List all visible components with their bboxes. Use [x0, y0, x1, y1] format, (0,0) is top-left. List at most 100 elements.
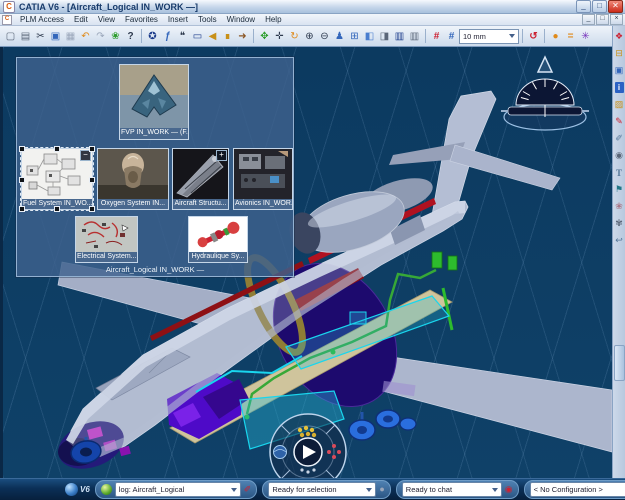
- robot-compass[interactable]: [501, 57, 589, 130]
- edit-mode-icon[interactable]: ✐: [244, 484, 252, 495]
- session-group: log: Aircraft_Logical ✐: [95, 480, 258, 499]
- catalog-icon[interactable]: ⊟: [613, 45, 625, 62]
- catia-window: C CATIA V6 - [Aircraft_Logical IN_WORK —…: [0, 0, 625, 500]
- thumbnail-fvp[interactable]: FVP IN_WORK — (F...: [119, 64, 189, 140]
- toolbar-separator: [425, 29, 426, 43]
- print-icon[interactable]: ▤: [18, 28, 33, 44]
- iso-view-icon[interactable]: ◧: [362, 28, 377, 44]
- cut-icon[interactable]: ✂: [33, 28, 48, 44]
- settings-icon[interactable]: ✾: [613, 215, 625, 232]
- systems-panel: FVP IN_WORK — (F... − Fuel System IN_WO.…: [16, 57, 294, 277]
- chevron-down-icon: [366, 488, 372, 495]
- configuration-value: < No Configuration >: [534, 485, 603, 494]
- sketch-icon[interactable]: ✎: [613, 113, 625, 130]
- zoom-in-icon[interactable]: ⊕: [302, 28, 317, 44]
- redo-icon[interactable]: ↷: [93, 28, 108, 44]
- side-toolbar-drag-handle[interactable]: [614, 345, 625, 381]
- minimize-button[interactable]: _: [576, 0, 591, 13]
- pan-icon[interactable]: ✛: [272, 28, 287, 44]
- thumbnail-electrical-system[interactable]: Electrical System...: [75, 216, 138, 263]
- app-icon: C: [3, 1, 15, 13]
- render-style-icon[interactable]: ▥: [407, 28, 422, 44]
- configuration-group: < No Configuration > ♟: [524, 480, 625, 499]
- links-icon[interactable]: =: [563, 28, 578, 44]
- undo-icon[interactable]: ↶: [78, 28, 93, 44]
- grid-icon[interactable]: #: [429, 28, 444, 44]
- zoom-out-icon[interactable]: ⊖: [317, 28, 332, 44]
- side-toolbar: ❖ ⊟ ▣ i ▨ ✎ ✐ ◉ T ⚑ ❀ ✾ ↩: [612, 26, 625, 478]
- thumbnail-hydraulic-system[interactable]: Hydraulique Sy...: [188, 216, 248, 263]
- local-update-icon[interactable]: ❀: [108, 28, 123, 44]
- thumbnail-fuel-system[interactable]: − Fuel System IN_WO...: [21, 148, 93, 210]
- configuration-dropdown[interactable]: < No Configuration >: [530, 482, 625, 497]
- flower-icon[interactable]: ❀: [613, 198, 625, 215]
- fly-mode-icon[interactable]: ♟: [332, 28, 347, 44]
- menu-help[interactable]: Help: [260, 15, 286, 24]
- 3d-viewport[interactable]: FVP IN_WORK — (F... − Fuel System IN_WO.…: [3, 47, 612, 478]
- propagate-update-icon[interactable]: ↺: [526, 28, 541, 44]
- copy-icon[interactable]: ▣: [48, 28, 63, 44]
- close-button[interactable]: ✕: [608, 0, 623, 13]
- window-icon[interactable]: ▣: [613, 62, 625, 79]
- learning-icon[interactable]: ✪: [145, 28, 160, 44]
- exit-icon[interactable]: ➜: [235, 28, 250, 44]
- connection-icon[interactable]: ◉: [505, 484, 513, 495]
- screen-icon[interactable]: ▭: [190, 28, 205, 44]
- child-restore-button[interactable]: □: [596, 14, 609, 25]
- formula-icon[interactable]: ƒ: [160, 28, 175, 44]
- sound-icon[interactable]: ◀: [205, 28, 220, 44]
- robot-compass-icon[interactable]: ❖: [613, 28, 625, 45]
- session-dropdown[interactable]: log: Aircraft_Logical: [115, 482, 241, 497]
- window-title: CATIA V6 - [Aircraft_Logical IN_WORK —]: [19, 2, 198, 12]
- effects-icon[interactable]: ✳: [578, 28, 593, 44]
- restore-button[interactable]: □: [592, 0, 607, 13]
- whats-this-icon[interactable]: ?: [123, 28, 138, 44]
- expand-badge[interactable]: +: [216, 150, 227, 161]
- selection-dropdown[interactable]: Ready for selection: [268, 482, 376, 497]
- menu-window[interactable]: Window: [222, 15, 260, 24]
- info-icon[interactable]: i: [613, 79, 625, 96]
- view-mode-icon[interactable]: ▥: [392, 28, 407, 44]
- child-window-icon[interactable]: C: [2, 15, 12, 25]
- named-views-icon[interactable]: ◨: [377, 28, 392, 44]
- selection-value: Ready for selection: [272, 485, 336, 494]
- paste-icon[interactable]: ▦: [63, 28, 78, 44]
- user-icon[interactable]: ●: [379, 484, 384, 495]
- thumbnail-oxygen-system[interactable]: Oxygen System IN...: [97, 148, 169, 210]
- lock-icon[interactable]: ∎: [220, 28, 235, 44]
- thumbnail-aircraft-structure[interactable]: + Aircraft Structu...: [172, 148, 229, 210]
- grid-size-dropdown[interactable]: 10 mm: [459, 29, 519, 44]
- world-orb-icon[interactable]: [101, 484, 112, 495]
- highlight-icon[interactable]: ●: [548, 28, 563, 44]
- child-close-button[interactable]: ×: [610, 14, 623, 25]
- hydraulic-thumbnail-image: [189, 217, 247, 252]
- measure-icon[interactable]: ✐: [613, 130, 625, 147]
- menu-edit[interactable]: Edit: [69, 15, 93, 24]
- flag-icon[interactable]: ⚑: [613, 181, 625, 198]
- menu-bar: C PLM Access Edit View Favorites Insert …: [0, 14, 625, 26]
- chat-dropdown[interactable]: Ready to chat: [402, 482, 502, 497]
- snap-icon[interactable]: #: [444, 28, 459, 44]
- thumbnail-avionics[interactable]: Avionics IN_WOR...: [233, 148, 293, 210]
- electrical-thumbnail-image: [76, 217, 137, 252]
- paint-icon[interactable]: ▨: [613, 96, 625, 113]
- title-bar: C CATIA V6 - [Aircraft_Logical IN_WORK —…: [0, 0, 625, 14]
- status-bar: V6 log: Aircraft_Logical ✐ Ready for sel…: [0, 478, 625, 500]
- avionics-thumbnail-image: [234, 149, 292, 199]
- capture-icon[interactable]: ◉: [613, 147, 625, 164]
- new-document-icon[interactable]: ▢: [3, 28, 18, 44]
- menu-tools[interactable]: Tools: [193, 15, 222, 24]
- menu-insert[interactable]: Insert: [163, 15, 193, 24]
- child-minimize-button[interactable]: _: [582, 14, 595, 25]
- return-icon[interactable]: ↩: [613, 232, 625, 249]
- main-toolbar: ▢ ▤ ✂ ▣ ▦ ↶ ↷ ❀ ? ✪ ƒ ❝ ▭ ◀ ∎ ➜ ✥ ✛ ↻ ⊕ …: [0, 26, 612, 47]
- rotate-icon[interactable]: ↻: [287, 28, 302, 44]
- comment-icon[interactable]: ❝: [175, 28, 190, 44]
- menu-plm-access[interactable]: PLM Access: [15, 15, 69, 24]
- multi-view-icon[interactable]: ⊞: [347, 28, 362, 44]
- fit-all-icon[interactable]: ✥: [257, 28, 272, 44]
- menu-favorites[interactable]: Favorites: [120, 15, 163, 24]
- selection-group: Ready for selection ●: [262, 480, 390, 499]
- text-icon[interactable]: T: [613, 164, 625, 181]
- menu-view[interactable]: View: [93, 15, 120, 24]
